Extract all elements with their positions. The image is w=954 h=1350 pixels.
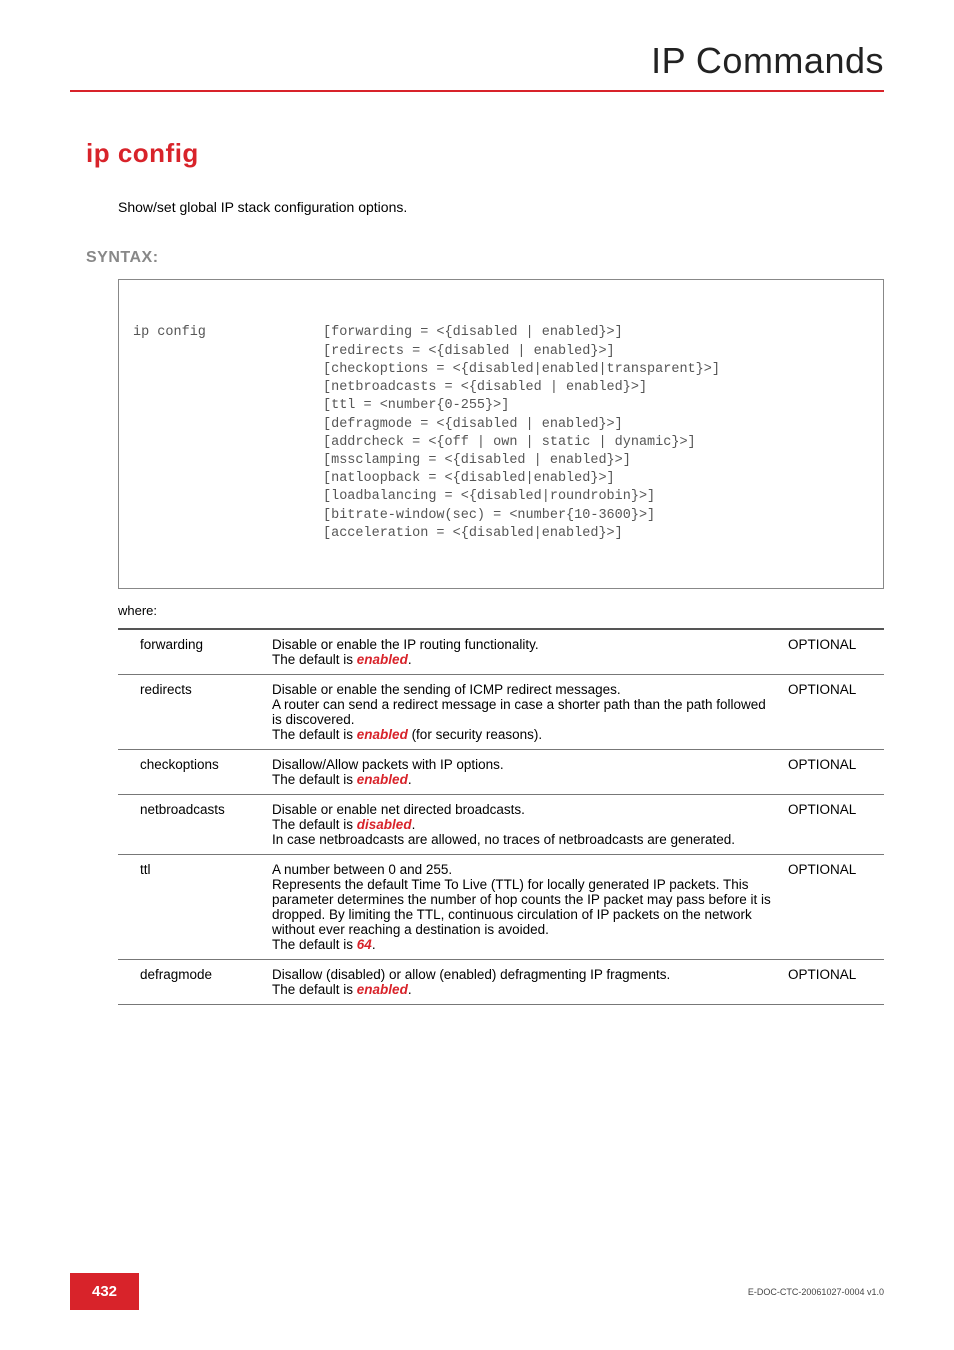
page-number: 432 [70, 1273, 139, 1310]
param-desc: A number between 0 and 255.Represents th… [268, 854, 784, 959]
param-name: forwarding [118, 629, 268, 675]
table-row: forwardingDisable or enable the IP routi… [118, 629, 884, 675]
param-desc: Disallow/Allow packets with IP options.T… [268, 749, 784, 794]
param-name: checkoptions [118, 749, 268, 794]
doc-id: E-DOC-CTC-20061027-0004 v1.0 [748, 1287, 884, 1297]
page-container: IP Commands ip config Show/set global IP… [0, 0, 954, 1350]
param-required: OPTIONAL [784, 854, 884, 959]
param-name: redirects [118, 674, 268, 749]
header-rule [70, 90, 884, 92]
param-required: OPTIONAL [784, 674, 884, 749]
params-table: forwardingDisable or enable the IP routi… [118, 628, 884, 1005]
param-name: defragmode [118, 959, 268, 1004]
param-required: OPTIONAL [784, 794, 884, 854]
table-row: defragmodeDisallow (disabled) or allow (… [118, 959, 884, 1004]
page-footer: 432 E-DOC-CTC-20061027-0004 v1.0 [70, 1273, 884, 1310]
param-required: OPTIONAL [784, 629, 884, 675]
param-name: ttl [118, 854, 268, 959]
table-row: redirectsDisable or enable the sending o… [118, 674, 884, 749]
command-title: ip config [86, 138, 884, 169]
param-desc: Disable or enable the IP routing functio… [268, 629, 784, 675]
param-desc: Disable or enable the sending of ICMP re… [268, 674, 784, 749]
param-name: netbroadcasts [118, 794, 268, 854]
page-header-title: IP Commands [70, 40, 884, 82]
table-row: ttlA number between 0 and 255.Represents… [118, 854, 884, 959]
param-desc: Disable or enable net directed broadcast… [268, 794, 784, 854]
syntax-box: ip config [forwarding = <{disabled | ena… [118, 279, 884, 589]
syntax-label: SYNTAX: [86, 249, 884, 267]
syntax-command: ip config [133, 324, 323, 543]
param-required: OPTIONAL [784, 959, 884, 1004]
table-row: checkoptionsDisallow/Allow packets with … [118, 749, 884, 794]
param-required: OPTIONAL [784, 749, 884, 794]
intro-text: Show/set global IP stack configuration o… [118, 199, 884, 215]
syntax-lines: [forwarding = <{disabled | enabled}>] [r… [323, 324, 720, 543]
where-label: where: [118, 603, 884, 618]
table-row: netbroadcastsDisable or enable net direc… [118, 794, 884, 854]
param-desc: Disallow (disabled) or allow (enabled) d… [268, 959, 784, 1004]
